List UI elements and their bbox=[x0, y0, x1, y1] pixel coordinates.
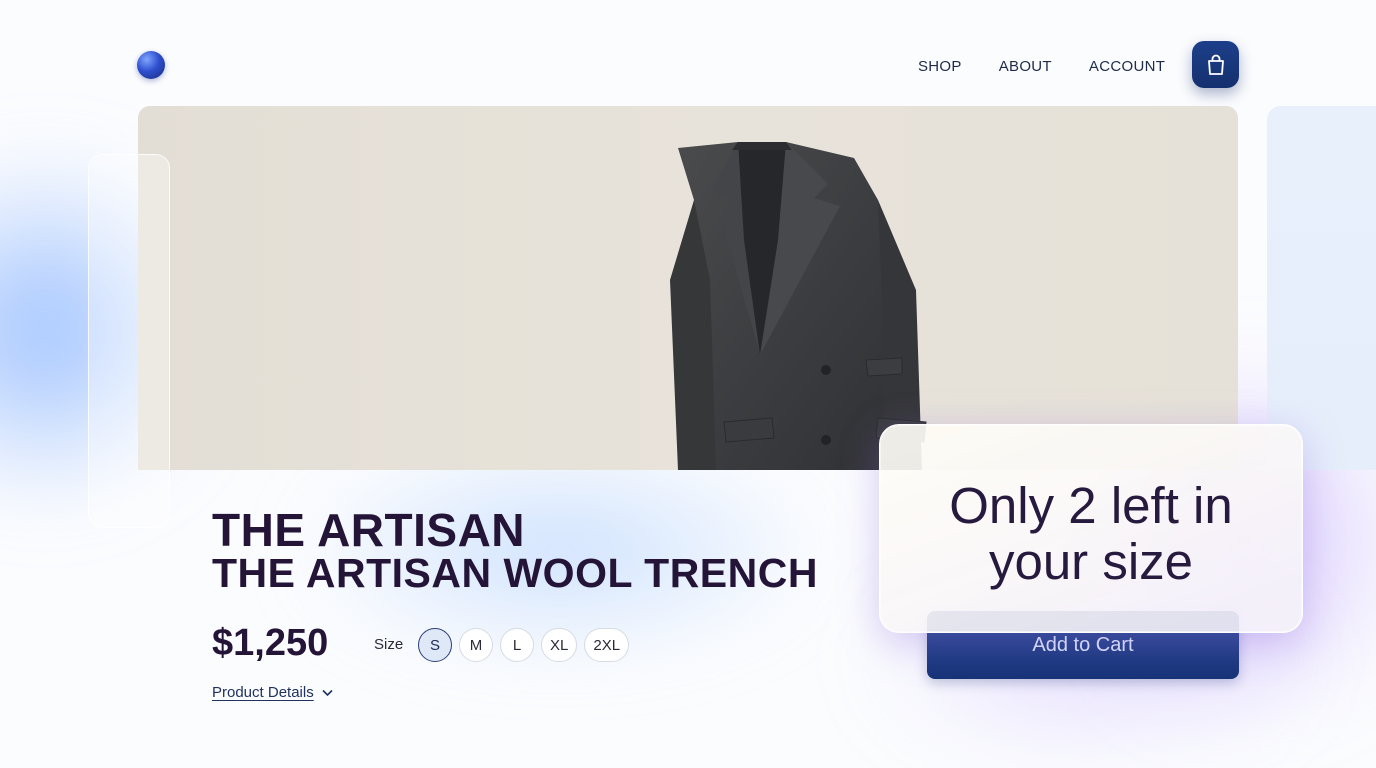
product-price: $1,250 bbox=[212, 622, 329, 664]
hero-image bbox=[138, 106, 1238, 470]
size-option-xl[interactable]: XL bbox=[541, 628, 578, 662]
size-option-s[interactable]: S bbox=[418, 628, 452, 662]
nav-shop[interactable]: SHOP bbox=[905, 56, 975, 77]
size-selector: S M L XL 2XL bbox=[418, 628, 630, 662]
product-title-short: THE ARTISAN bbox=[212, 504, 526, 556]
shopping-bag-icon bbox=[1207, 54, 1224, 75]
nav-about[interactable]: ABOUT bbox=[986, 56, 1065, 77]
cart-button[interactable] bbox=[1192, 41, 1239, 88]
nav-account[interactable]: ACCOUNT bbox=[1076, 56, 1178, 77]
logo-icon[interactable] bbox=[137, 51, 165, 79]
size-option-m[interactable]: M bbox=[459, 628, 493, 662]
jacket-image bbox=[670, 142, 927, 470]
low-stock-message: Only 2 left in your size bbox=[949, 476, 1233, 590]
product-details-link[interactable]: Product Details bbox=[212, 684, 333, 701]
product-title: THE ARTISAN WOOL TRENCH bbox=[212, 550, 818, 596]
product-page: SHOP ABOUT ACCOUNT THE ARTISAN THE ARTIS… bbox=[0, 0, 1376, 768]
size-option-l[interactable]: L bbox=[500, 628, 534, 662]
glass-panel-right bbox=[1267, 106, 1376, 470]
size-option-2xl[interactable]: 2XL bbox=[584, 628, 630, 662]
low-stock-popup: Only 2 left in your size bbox=[879, 424, 1303, 633]
glass-panel-left bbox=[88, 154, 170, 528]
chevron-down-icon bbox=[322, 689, 333, 696]
main-nav: SHOP ABOUT ACCOUNT bbox=[905, 56, 1189, 77]
product-details-label: Product Details bbox=[212, 684, 314, 701]
size-label: Size bbox=[374, 636, 404, 653]
